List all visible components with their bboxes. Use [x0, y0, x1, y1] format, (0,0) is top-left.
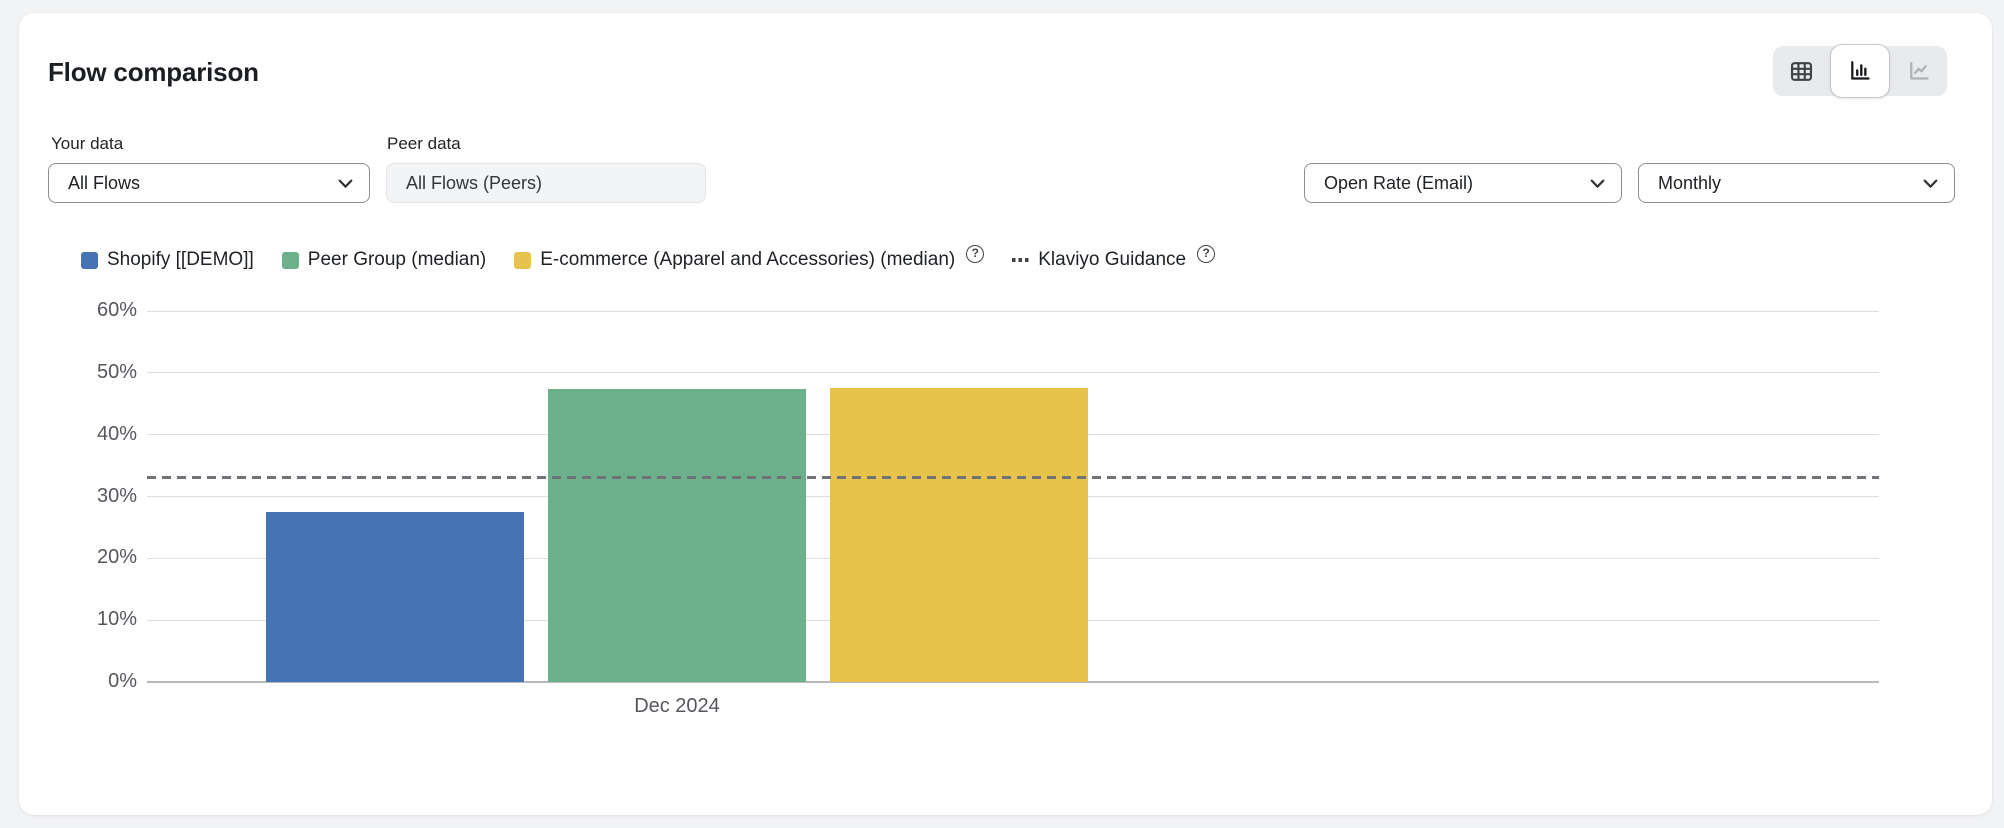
- legend-label: Peer Group (median): [308, 249, 486, 271]
- gridline: [147, 372, 1879, 373]
- bar-chart-view-icon: [1846, 58, 1873, 85]
- y-axis-tick-label: 20%: [57, 546, 137, 569]
- bar-chart-view-button[interactable]: [1830, 44, 1889, 98]
- legend-color-swatch: [282, 252, 299, 269]
- page: { "card": { "title": "Flow comparison" }…: [0, 0, 2004, 828]
- metric-select-value: Open Rate (Email): [1324, 173, 1473, 194]
- legend-item: Klaviyo Guidance?: [1012, 249, 1215, 271]
- legend-label: Klaviyo Guidance: [1038, 249, 1186, 271]
- chevron-down-icon: [336, 174, 355, 193]
- view-toggle-group: [1773, 46, 1947, 96]
- peer-data-select-value: All Flows (Peers): [406, 173, 542, 194]
- bar-2: [548, 389, 806, 682]
- peer-data-label: Peer data: [387, 134, 461, 154]
- bar-1: [266, 512, 524, 682]
- legend: Shopify [[DEMO]] Peer Group (median) E-com…: [81, 249, 1215, 271]
- y-axis-tick-label: 0%: [57, 670, 137, 693]
- metric-select[interactable]: Open Rate (Email): [1304, 163, 1622, 203]
- your-data-select-value: All Flows: [68, 173, 140, 194]
- y-axis-tick-label: 60%: [57, 299, 137, 322]
- help-icon[interactable]: ?: [1197, 245, 1215, 263]
- chevron-down-icon: [1921, 174, 1940, 193]
- line-chart-view-button[interactable]: [1890, 46, 1947, 96]
- y-axis-tick-label: 40%: [57, 423, 137, 446]
- legend-item: E-commerce (Apparel and Accessories) (me…: [514, 249, 984, 271]
- table-view-icon: [1788, 58, 1815, 85]
- bar-3: [830, 388, 1088, 682]
- x-axis-category-label: Dec 2024: [577, 695, 777, 718]
- legend-item: Peer Group (median): [282, 249, 486, 271]
- legend-color-swatch: [81, 252, 98, 269]
- legend-item: Shopify [[DEMO]]: [81, 249, 254, 271]
- page-title: Flow comparison: [48, 57, 259, 88]
- table-view-button[interactable]: [1773, 46, 1830, 96]
- chevron-down-icon: [1588, 174, 1607, 193]
- line-chart-view-icon: [1905, 58, 1932, 85]
- help-icon[interactable]: ?: [966, 245, 984, 263]
- legend-label: Shopify [[DEMO]]: [107, 249, 254, 271]
- klaviyo-guidance-line: [147, 476, 1879, 479]
- y-axis-tick-label: 30%: [57, 485, 137, 508]
- legend-dashed-line-marker: [1012, 258, 1029, 262]
- legend-color-swatch: [514, 252, 531, 269]
- bar-chart-plot-area: 0%10%20%30%40%50%60%Dec 2024: [147, 311, 1879, 682]
- y-axis-tick-label: 50%: [57, 361, 137, 384]
- peer-data-select: All Flows (Peers): [386, 163, 706, 203]
- legend-label: E-commerce (Apparel and Accessories) (me…: [540, 249, 955, 271]
- interval-select[interactable]: Monthly: [1638, 163, 1955, 203]
- interval-select-value: Monthly: [1658, 173, 1721, 194]
- y-axis-tick-label: 10%: [57, 608, 137, 631]
- your-data-select[interactable]: All Flows: [48, 163, 370, 203]
- gridline: [147, 311, 1879, 312]
- your-data-label: Your data: [51, 134, 123, 154]
- flow-comparison-card: Flow comparison: [19, 13, 1992, 815]
